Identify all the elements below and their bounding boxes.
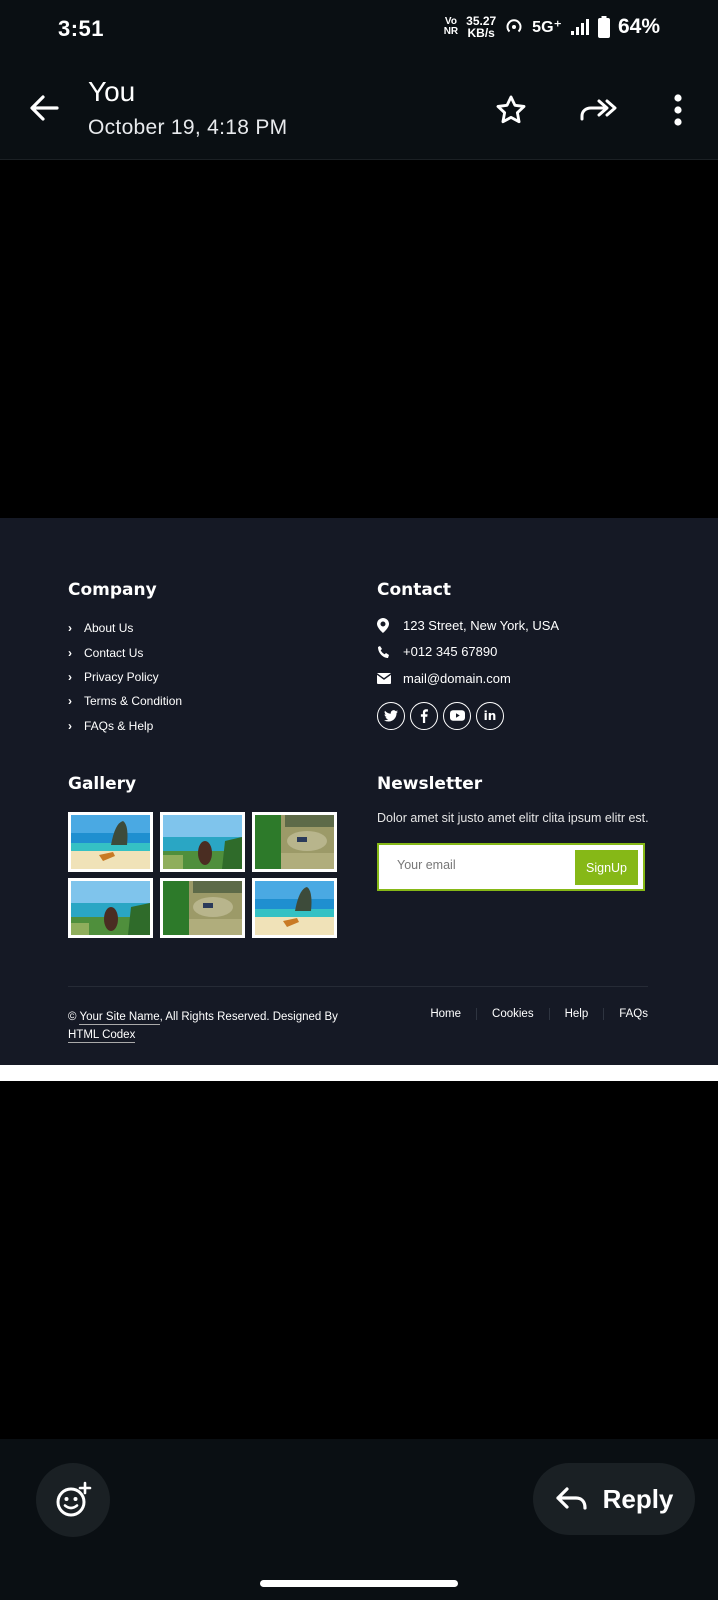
add-emoji-icon [56,1481,92,1517]
add-reaction-button[interactable] [36,1463,110,1537]
newsletter-description: Dolor amet sit justo amet elitr clita ip… [377,811,649,825]
chevron-right-icon: › [68,669,72,684]
newsletter-heading: Newsletter [377,774,483,794]
back-arrow-icon [30,95,59,121]
social-links: in [377,701,559,730]
hotspot-icon [504,17,524,37]
contact-heading: Contact [377,580,452,600]
email-divider-band [0,1065,718,1081]
facebook-button[interactable] [410,701,438,730]
facebook-icon [420,708,428,723]
bottom-action-bar: Reply [0,1439,718,1600]
contact-email: mail@domain.com [377,665,559,692]
designer-link[interactable]: HTML Codex [68,1029,136,1043]
star-button[interactable] [489,88,533,132]
sender-name: You [88,76,136,107]
linkedin-button[interactable]: in [476,701,504,730]
footer-link-faqs[interactable]: › FAQs & Help [68,714,182,738]
footer-nav-faqs[interactable]: FAQs [604,1008,648,1020]
network-speed: 35.27 KB/s [466,14,497,40]
forward-icon [580,99,617,121]
site-name-link[interactable]: Your Site Name [79,1011,160,1025]
footer-link-about[interactable]: › About Us [68,616,182,640]
gallery-heading: Gallery [68,774,137,794]
gallery-image-river-boat-2[interactable] [160,878,245,938]
forward-button[interactable] [577,88,621,132]
footer-link-contact[interactable]: › Contact Us [68,640,182,664]
chevron-right-icon: › [68,694,72,709]
battery-icon [597,16,610,38]
company-links: › About Us › Contact Us › Privacy Policy › T… [68,616,182,738]
company-column: Company › About Us › Contact Us › Privacy P… [68,580,182,738]
signal-icon [570,17,590,37]
footer-divider [68,986,648,987]
more-options-button[interactable] [656,88,700,132]
website-footer: Company › About Us › Contact Us › Privacy P… [0,518,718,1065]
contact-column: Contact 123 Street, New York, USA +012 3… [377,580,559,730]
youtube-button[interactable] [443,701,471,730]
footer-nav-help[interactable]: Help [550,1008,605,1020]
email-date: October 19, 4:18 PM [88,116,288,139]
star-icon [496,95,526,124]
contact-phone: +012 345 67890 [377,639,559,666]
battery-percent: 64% [617,15,660,38]
email-header: You October 19, 4:18 PM [0,62,718,160]
copyright-text: © Your Site Name, All Rights Reserved. D… [68,1011,338,1043]
status-bar: 3:51 Vo NR 35.27 KB/s 5G⁺ 64% [0,0,718,62]
newsletter-column: Newsletter Dolor amet sit justo amet eli… [377,774,649,891]
chevron-right-icon: › [68,645,72,660]
gallery-image-beach-boat-2[interactable] [252,878,337,938]
vonr-indicator: Vo NR [443,16,459,37]
gallery-image-woman-sea-2[interactable] [68,878,153,938]
email-image-dark-area-lower [0,1081,718,1439]
chevron-right-icon: › [68,621,72,636]
envelope-icon [377,672,403,684]
linkedin-icon: in [483,708,497,723]
more-vertical-icon [674,94,682,126]
youtube-icon [449,710,465,721]
back-button[interactable] [24,88,64,128]
contact-address: 123 Street, New York, USA [377,612,559,639]
gallery-column: Gallery [68,774,337,938]
newsletter-email-input[interactable]: Your email [397,858,456,872]
footer-link-terms[interactable]: › Terms & Condition [68,689,182,713]
gallery-image-river-boat[interactable] [252,812,337,872]
chevron-right-icon: › [68,718,72,733]
phone-icon [377,645,403,659]
reply-arrow-icon [555,1487,587,1510]
network-type: 5G⁺ [532,19,562,36]
signup-button[interactable]: SignUp [575,850,638,885]
gallery-grid [68,812,337,938]
newsletter-form: Your email SignUp [377,843,645,891]
twitter-icon [384,709,398,722]
home-indicator[interactable] [260,1580,458,1587]
footer-nav: Home Cookies Help FAQs [415,1008,648,1020]
twitter-button[interactable] [377,701,405,730]
footer-nav-home[interactable]: Home [415,1008,478,1020]
gallery-image-woman-sea[interactable] [160,812,245,872]
reply-label: Reply [602,1483,674,1514]
footer-link-privacy[interactable]: › Privacy Policy [68,665,182,689]
email-image-dark-area [0,161,718,518]
status-time: 3:51 [58,16,105,41]
gallery-image-beach-boat[interactable] [68,812,153,872]
status-icons: Vo NR 35.27 KB/s 5G⁺ 64% [444,15,660,39]
company-heading: Company [68,580,157,600]
map-marker-icon [377,617,403,633]
footer-nav-cookies[interactable]: Cookies [477,1008,550,1020]
reply-button[interactable]: Reply [533,1463,695,1535]
